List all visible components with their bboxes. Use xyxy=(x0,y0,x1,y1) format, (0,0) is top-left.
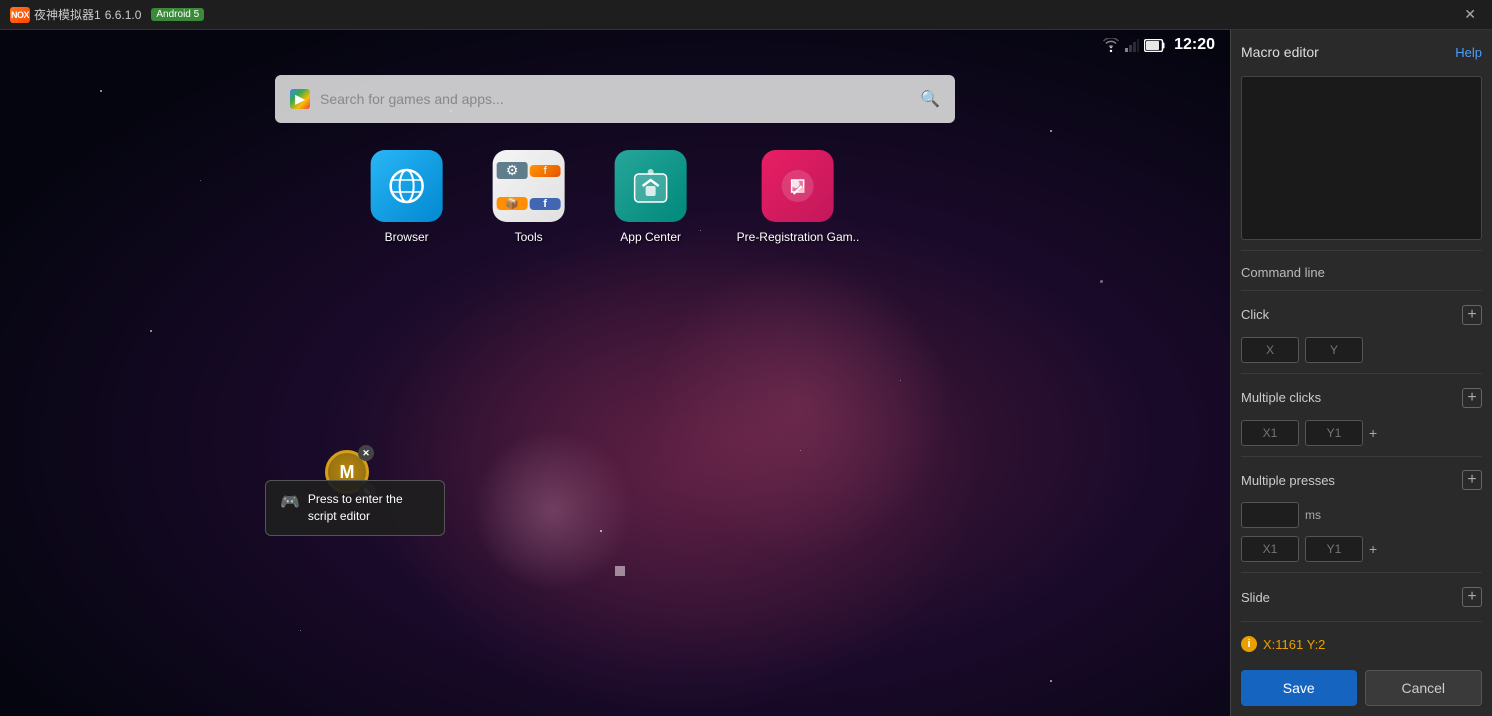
multiple-clicks-row: Multiple clicks + xyxy=(1241,384,1482,412)
star xyxy=(900,380,901,381)
center-dot xyxy=(615,566,625,576)
multiple-presses-row: Multiple presses + xyxy=(1241,466,1482,494)
ms-label: ms xyxy=(1305,508,1321,522)
star xyxy=(600,530,602,532)
click-row: Click + xyxy=(1241,301,1482,329)
multiple-presses-label: Multiple presses xyxy=(1241,473,1335,488)
coords-row: i X:1161 Y:2 xyxy=(1241,632,1482,656)
command-line-label: Command line xyxy=(1241,265,1482,280)
click-add-button[interactable]: + xyxy=(1462,305,1482,325)
star xyxy=(150,330,152,332)
status-bar: 12:20 xyxy=(0,30,1230,60)
emulator-screen[interactable]: 12:20 ▶ Search for games and apps... 🔍 xyxy=(0,30,1230,716)
browser-label: Browser xyxy=(385,230,429,244)
click-y-input[interactable] xyxy=(1305,337,1363,363)
star xyxy=(1100,280,1103,283)
slide-row: Slide + xyxy=(1241,583,1482,611)
wifi-icon xyxy=(1102,38,1120,52)
app-item-prereg[interactable]: Pre-Registration Gam.. xyxy=(737,150,860,244)
panel-title: Macro editor xyxy=(1241,44,1319,60)
star xyxy=(200,180,201,181)
click-label: Click xyxy=(1241,307,1269,322)
multiple-presses-add-button[interactable]: + xyxy=(1462,470,1482,490)
tools-label: Tools xyxy=(515,230,543,244)
search-placeholder: Search for games and apps... xyxy=(320,91,910,107)
main-container: 12:20 ▶ Search for games and apps... 🔍 xyxy=(0,30,1492,716)
multiple-clicks-xy-row: + xyxy=(1241,420,1482,446)
multiple-clicks-add-button[interactable]: + xyxy=(1462,388,1482,408)
app-brand: NOX 夜神模拟器1 6.6.1.0 Android 5 xyxy=(10,6,204,23)
panel-header: Macro editor Help xyxy=(1241,40,1482,68)
slide-add-button[interactable]: + xyxy=(1462,587,1482,607)
divider-1 xyxy=(1241,250,1482,251)
close-button[interactable]: ✕ xyxy=(1458,4,1482,25)
title-bar: NOX 夜神模拟器1 6.6.1.0 Android 5 ✕ xyxy=(0,0,1492,30)
multiple-presses-x1-input[interactable] xyxy=(1241,536,1299,562)
multiple-presses-y1-input[interactable] xyxy=(1305,536,1363,562)
help-link[interactable]: Help xyxy=(1455,45,1482,60)
battery-icon xyxy=(1144,39,1166,52)
tooltip-text: Press to enter the script editor xyxy=(308,491,430,525)
tools-icon: ⚙ f 📦 f xyxy=(493,150,565,222)
multiple-presses-plus: + xyxy=(1369,541,1377,557)
divider-6 xyxy=(1241,621,1482,622)
script-tooltip: 🎮 Press to enter the script editor xyxy=(265,480,445,536)
app-item-appcenter[interactable]: App Center xyxy=(615,150,687,244)
status-time: 12:20 xyxy=(1174,36,1215,54)
cancel-button[interactable]: Cancel xyxy=(1365,670,1483,706)
app-item-tools[interactable]: ⚙ f 📦 f Tools xyxy=(493,150,565,244)
appcenter-label: App Center xyxy=(620,230,681,244)
search-bar[interactable]: ▶ Search for games and apps... 🔍 xyxy=(275,75,955,123)
app-version: 6.6.1.0 xyxy=(105,8,142,22)
app-grid: Browser ⚙ f 📦 f Tools xyxy=(371,150,860,244)
google-play-icon: ▶ xyxy=(290,89,310,109)
prereg-label: Pre-Registration Gam.. xyxy=(737,230,860,244)
click-xy-row xyxy=(1241,337,1482,363)
bottom-buttons: Save Cancel xyxy=(1241,664,1482,706)
divider-4 xyxy=(1241,456,1482,457)
multiple-presses-ms-input[interactable]: 50 xyxy=(1241,502,1299,528)
tooltip-gamepad-icon: 🎮 xyxy=(280,492,300,512)
app-item-browser[interactable]: Browser xyxy=(371,150,443,244)
multiple-presses-ms-row: 50 ms xyxy=(1241,502,1482,528)
app-name: 夜神模拟器1 xyxy=(34,6,101,23)
multiple-clicks-label: Multiple clicks xyxy=(1241,390,1321,405)
appcenter-icon xyxy=(615,150,687,222)
multiple-clicks-y1-input[interactable] xyxy=(1305,420,1363,446)
macro-editor-textarea[interactable] xyxy=(1241,76,1482,240)
star xyxy=(1050,130,1052,132)
info-icon: i xyxy=(1241,636,1257,652)
macro-close-button[interactable]: ✕ xyxy=(358,445,374,461)
signal-icon xyxy=(1125,38,1139,52)
star xyxy=(800,450,801,451)
nebula-overlay xyxy=(0,30,1230,716)
multiple-presses-xy-row: + xyxy=(1241,536,1482,562)
multiple-clicks-plus: + xyxy=(1369,425,1377,441)
star xyxy=(100,90,102,92)
browser-icon xyxy=(371,150,443,222)
divider-3 xyxy=(1241,373,1482,374)
prereg-icon xyxy=(762,150,834,222)
right-panel: Macro editor Help Command line Click + M… xyxy=(1230,30,1492,716)
click-x-input[interactable] xyxy=(1241,337,1299,363)
multiple-clicks-x1-input[interactable] xyxy=(1241,420,1299,446)
star xyxy=(300,630,301,631)
coordinates-text: X:1161 Y:2 xyxy=(1263,637,1325,652)
divider-5 xyxy=(1241,572,1482,573)
star xyxy=(1050,680,1052,682)
search-icon: 🔍 xyxy=(920,89,940,109)
status-icons xyxy=(1102,38,1166,52)
nox-logo: NOX xyxy=(10,7,30,23)
divider-2 xyxy=(1241,290,1482,291)
save-button[interactable]: Save xyxy=(1241,670,1357,706)
android-badge: Android 5 xyxy=(151,8,204,21)
slide-label: Slide xyxy=(1241,590,1270,605)
